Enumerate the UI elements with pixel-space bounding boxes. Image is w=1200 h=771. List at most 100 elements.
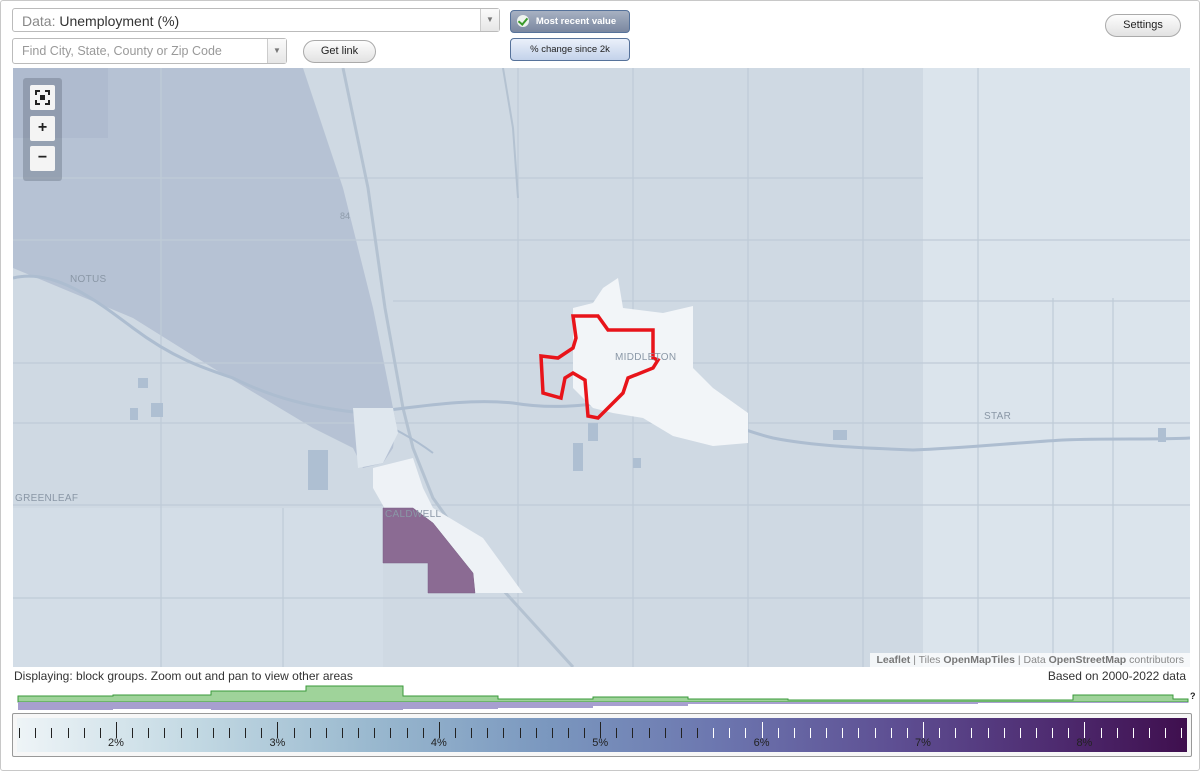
get-link-button[interactable]: Get link [303,40,376,63]
settings-button[interactable]: Settings [1105,14,1181,37]
legend-minor-tick [35,728,37,738]
most-recent-label: Most recent value [535,16,617,27]
legend-minor-tick [390,728,392,738]
legend-minor-tick [293,728,295,738]
legend-minor-tick [858,728,860,738]
zoom-out-button[interactable]: − [30,146,55,171]
app-frame: Data: Unemployment (%) ▼ ▼ Get link Most… [0,0,1200,771]
legend-minor-tick [83,728,85,738]
legend-minor-tick [148,728,150,738]
town-label-notus: NOTUS [70,274,107,285]
legend-major-tick [600,722,602,738]
chevron-down-icon: ▼ [486,15,494,24]
legend-minor-tick [874,728,876,738]
data-select[interactable]: Data: Unemployment (%) ▼ [12,8,500,32]
legend-minor-tick [1181,728,1183,738]
legend-minor-tick [19,728,21,738]
legend-minor-tick [1019,728,1021,738]
legend-minor-tick [890,728,892,738]
legend-major-tick [438,722,440,738]
legend-minor-tick [422,728,424,738]
attribution-leaflet-link[interactable]: Leaflet [876,654,910,666]
region-east [923,68,1190,667]
legend-minor-tick [503,728,505,738]
legend-tick-label: 7% [915,737,931,749]
legend-minor-tick [1100,728,1102,738]
most-recent-value-toggle[interactable]: Most recent value [510,10,630,33]
legend-minor-tick [309,728,311,738]
location-search[interactable]: ▼ [12,38,287,64]
percent-change-toggle[interactable]: % change since 2k [510,38,630,61]
legend-minor-tick [51,728,53,738]
legend-minor-tick [358,728,360,738]
legend-minor-tick [1068,728,1070,738]
legend-minor-tick [341,728,343,738]
legend-minor-tick [454,728,456,738]
legend-minor-tick [987,728,989,738]
attribution-separator: | Data [1014,654,1049,666]
legend-tick-label: 2% [108,737,124,749]
attribution-separator: | Tiles [910,654,944,666]
data-range-note: Based on 2000-2022 data [1047,669,1186,683]
legend-minor-tick [713,728,715,738]
legend-minor-tick [939,728,941,738]
legend-minor-tick [826,728,828,738]
legend-minor-tick [406,728,408,738]
legend-minor-tick [955,728,957,738]
fullscreen-icon [35,90,50,105]
legend-minor-tick [1165,728,1167,738]
town-label-greenleaf: GREENLEAF [15,493,79,504]
attribution-tiles-link[interactable]: OpenMapTiles [943,654,1015,666]
town-label-star: STAR [984,411,1012,422]
legend-minor-tick [729,728,731,738]
location-search-input[interactable] [13,39,265,63]
legend-minor-tick [664,728,666,738]
checkmark-icon [517,15,529,27]
legend-minor-tick [971,728,973,738]
legend-minor-tick [519,728,521,738]
attribution-data-link[interactable]: OpenStreetMap [1049,654,1127,666]
displaying-status: Displaying: block groups. Zoom out and p… [14,669,353,683]
legend-minor-tick [535,728,537,738]
legend-minor-tick [810,728,812,738]
value-histogram [17,685,1189,710]
zoom-in-button[interactable]: + [30,116,55,141]
attribution-contributors: contributors [1126,654,1184,666]
legend-minor-tick [1148,728,1150,738]
legend-tick-label: 4% [430,737,447,749]
legend-minor-tick [67,728,69,738]
legend-minor-tick [132,728,134,738]
data-select-prefix: Data: [22,13,56,29]
legend-minor-tick [487,728,489,738]
legend-minor-tick [212,728,214,738]
legend-major-tick [1084,722,1086,738]
legend-minor-tick [584,728,586,738]
data-select-arrow[interactable]: ▼ [480,9,499,31]
town-label-middleton: MIDDLETON [615,352,677,363]
map-attribution: Leaflet | Tiles OpenMapTiles | Data Open… [870,653,1190,667]
legend-tick-label: 8% [1076,737,1093,749]
legend-minor-tick [1116,728,1118,738]
legend-tick-label: 6% [753,737,770,749]
legend-minor-tick [261,728,263,738]
region-southwest [13,508,383,667]
data-select-value: Unemployment (%) [59,13,180,29]
legend-minor-tick [793,728,795,738]
legend-minor-tick [745,728,747,738]
legend-minor-tick [551,728,553,738]
zoom-control: + − [23,78,62,181]
legend-minor-tick [325,728,327,738]
legend-minor-tick [471,728,473,738]
legend-major-tick [116,722,117,738]
chevron-down-icon: ▼ [273,46,281,55]
legend-minor-tick [697,728,699,738]
location-search-arrow[interactable]: ▼ [267,39,286,63]
legend-minor-tick [680,728,682,738]
highway-label: 84 [340,211,351,221]
legend-minor-tick [777,728,779,738]
legend-minor-tick [164,728,166,738]
color-scale-legend[interactable]: 2% 3% 4% 5% 6% 7% 8% [12,713,1192,757]
map[interactable]: NOTUS MIDDLETON STAR GREENLEAF CALDWELL … [13,68,1190,667]
fullscreen-button[interactable] [30,85,55,110]
map-canvas[interactable] [13,68,1190,667]
